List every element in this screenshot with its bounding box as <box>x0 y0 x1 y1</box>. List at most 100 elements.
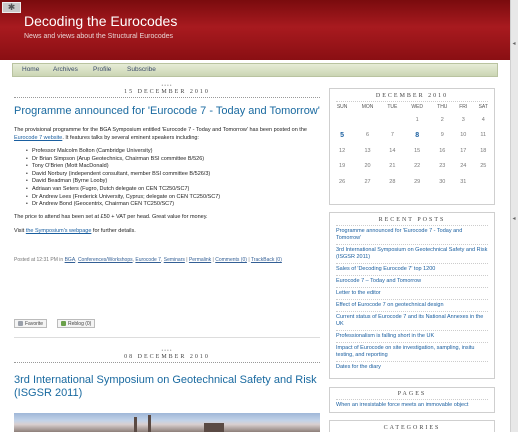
reblog-label: Reblog (0) <box>68 320 92 327</box>
calendar-day <box>330 112 354 128</box>
categories-title: Categories <box>383 425 441 431</box>
calendar-day: 22 <box>414 163 421 170</box>
visit-prefix: Visit <box>14 228 25 235</box>
calendar-day: 16 <box>439 147 446 154</box>
calendar-day: 26 <box>339 178 346 185</box>
trackback-link[interactable]: TrackBack (0) <box>251 257 282 263</box>
list-item: David Beadman (Byrne Looby) <box>26 178 320 186</box>
calendar-day: 18 <box>480 147 487 154</box>
eurocode7-website-link[interactable]: Eurocode 7 website <box>14 135 62 141</box>
recent-post-link[interactable]: Current status of Eurocode 7 and its Nat… <box>330 314 494 328</box>
calendar-day: 9 <box>440 132 444 139</box>
divider <box>336 287 488 288</box>
price-text: The price to attend has been set at £50 … <box>14 213 208 220</box>
calendar-day: 31 <box>460 178 467 185</box>
calendar-day: 17 <box>460 147 467 154</box>
recent-posts-list: Programme announced for 'Eurocode 7 - To… <box>330 228 494 371</box>
calendar-day: 23 <box>439 163 446 170</box>
divider <box>14 97 320 98</box>
category-link[interactable]: Eurocode 7 <box>135 257 161 263</box>
nav-archives[interactable]: Archives <box>53 66 78 73</box>
divider <box>336 342 488 343</box>
category-link[interactable]: Conferences/Workshops <box>78 257 133 263</box>
blog-header: ✱ Decoding the Eurocodes News and views … <box>0 0 510 60</box>
recent-post-link[interactable]: Sales of 'Decoding Eurocode 7' top 1200 <box>330 266 494 273</box>
page-link[interactable]: When an irresistable force meets an immo… <box>330 402 494 409</box>
category-link[interactable]: BGA <box>65 257 76 263</box>
symposium-webpage-link[interactable]: the Symposium's webpage <box>26 228 92 234</box>
list-item: Tony O'Brien (Mott MacDonald) <box>26 163 320 171</box>
visit-text: Visit the Symposium's webpage for furthe… <box>14 228 320 236</box>
calendar-day-header: FRI <box>459 104 468 110</box>
calendar-day-header: WED <box>411 104 423 110</box>
post-title[interactable]: Programme announced for 'Eurocode 7 - To… <box>14 105 320 118</box>
pages-title: Pages <box>397 391 427 397</box>
calendar-day-link[interactable]: 5 <box>330 128 354 144</box>
calendar-day: 19 <box>339 163 346 170</box>
scrollbar[interactable]: ◂ ◂ <box>510 0 518 432</box>
reblog-button[interactable]: Reblog (0) <box>57 319 96 328</box>
divider <box>14 362 320 363</box>
post-title[interactable]: 3rd International Symposium on Geotechni… <box>14 374 320 400</box>
nav-profile[interactable]: Profile <box>93 66 111 73</box>
calendar-day-link[interactable]: 8 <box>404 128 431 144</box>
scroll-arrow-icon[interactable]: ◂ <box>511 215 517 222</box>
recent-post-link[interactable]: Professionalism is falling short in the … <box>330 333 494 340</box>
divider <box>336 275 488 276</box>
calendar-day: 28 <box>389 178 396 185</box>
permalink-link[interactable]: Permalink <box>189 257 211 263</box>
divider <box>336 299 488 300</box>
calendar-day: 25 <box>480 163 487 170</box>
recent-post-link[interactable]: Dates for the diary <box>330 364 494 371</box>
list-item: David Norbury (independent consultant, m… <box>26 171 320 179</box>
calendar-day: 29 <box>414 178 421 185</box>
calendar-day <box>354 112 381 128</box>
photo-spire <box>148 415 151 432</box>
speaker-list: Professor Malcolm Bolton (Cambridge Univ… <box>26 148 320 209</box>
divider <box>336 399 488 400</box>
settings-badge[interactable]: ✱ <box>2 2 21 13</box>
posted-prefix: Posted at 12:31 PM in <box>14 256 64 263</box>
photo-spire <box>134 417 137 432</box>
calendar-day: 4 <box>481 116 485 123</box>
favorite-button[interactable]: Favorite <box>14 319 48 328</box>
category-link[interactable]: Seminars <box>164 257 185 263</box>
post-date: 15 December 2010 <box>124 89 210 95</box>
calendar-day: 11 <box>480 132 487 139</box>
comments-link[interactable]: Comments (0) <box>215 257 247 263</box>
calendar-day: 13 <box>364 147 371 154</box>
divider <box>336 263 488 264</box>
pages-widget: Pages When an irresistable force meets a… <box>329 387 495 413</box>
nav-home[interactable]: Home <box>22 66 39 73</box>
recent-post-link[interactable]: Effect of Eurocode 7 on geotechnical des… <box>330 302 494 309</box>
recent-post-link[interactable]: Programme announced for 'Eurocode 7 - To… <box>330 228 494 242</box>
post-separator <box>14 337 320 338</box>
scroll-arrow-icon[interactable]: ◂ <box>511 40 517 47</box>
recent-post-link[interactable]: Eurocode 7 – Today and Tomorrow <box>330 278 494 285</box>
calendar-day <box>473 174 495 190</box>
calendar-day: 14 <box>389 147 396 154</box>
calendar-day-header: THU <box>437 104 448 110</box>
list-item: Adriaan van Seters (Fugro, Dutch delegat… <box>26 186 320 194</box>
divider <box>336 225 488 226</box>
nav-subscribe[interactable]: Subscribe <box>127 66 156 73</box>
calendar-title: December 2010 <box>375 93 449 99</box>
post-photo <box>14 413 320 432</box>
recent-post-link[interactable]: 3rd International Symposium on Geotechni… <box>330 247 494 261</box>
recent-post-link[interactable]: Letter to the editor <box>330 290 494 297</box>
main-content: •••• 15 December 2010 Programme announce… <box>14 84 320 263</box>
calendar-day-header: TUE <box>387 104 398 110</box>
divider <box>336 244 488 245</box>
reblog-icon <box>61 321 66 326</box>
intro-text: The provisional programme for the BGA Sy… <box>14 127 307 133</box>
calendar-day: 1 <box>415 116 419 123</box>
site-title[interactable]: Decoding the Eurocodes <box>24 13 177 29</box>
divider <box>336 311 488 312</box>
nav-bar: Home Archives Profile Subscribe <box>12 63 498 77</box>
calendar-day: 3 <box>461 116 465 123</box>
calendar-day: 12 <box>339 147 346 154</box>
calendar-day-header: SAT <box>478 104 488 110</box>
recent-post-link[interactable]: Impact of Eurocode on site investigation… <box>330 345 494 359</box>
list-item: Professor Malcolm Bolton (Cambridge Univ… <box>26 148 320 156</box>
calendar-day: 10 <box>460 132 467 139</box>
